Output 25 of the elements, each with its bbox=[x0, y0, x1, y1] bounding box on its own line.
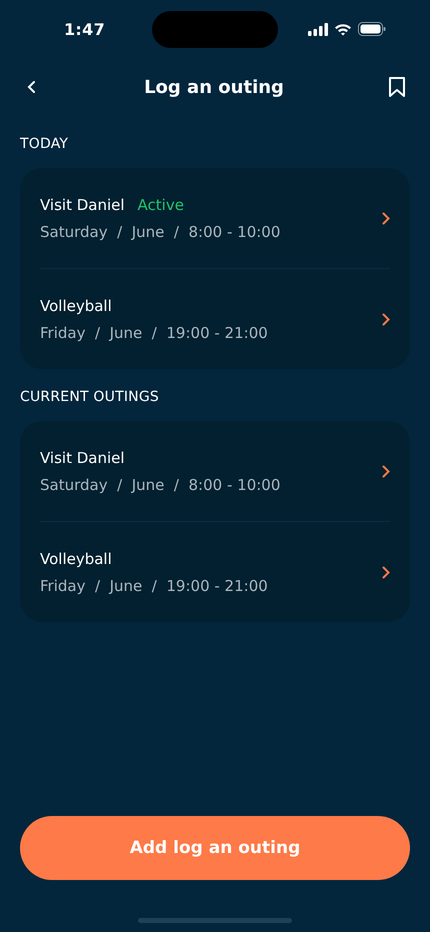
wifi-icon bbox=[334, 22, 352, 36]
page-title: Log an outing bbox=[144, 76, 284, 98]
status-label: Active bbox=[138, 196, 184, 214]
chevron-right-icon bbox=[382, 212, 390, 224]
outing-row[interactable]: Visit Daniel Saturday / June / 8:00 - 10:00 bbox=[40, 421, 390, 521]
chevron-right-icon bbox=[382, 312, 390, 326]
outing-name: Volleyball bbox=[40, 550, 112, 568]
status-time: 1:47 bbox=[64, 20, 105, 38]
outing-details: Saturday / June / 8:00 - 10:00 bbox=[40, 476, 280, 494]
section-title: TODAY bbox=[19, 135, 70, 154]
battery-icon bbox=[358, 22, 386, 36]
outing-details: Friday / June / 19:00 - 21:00 bbox=[40, 576, 268, 594]
outing-details: Friday / June / 19:00 - 21:00 bbox=[40, 324, 268, 342]
chevron-right-icon bbox=[382, 566, 390, 578]
outing-row[interactable]: Volleyball Friday / June / 19:00 - 21:00 bbox=[40, 521, 390, 622]
section-title: CURRENT OUTINGS bbox=[19, 388, 160, 407]
chevron-right-icon bbox=[382, 464, 390, 478]
bookmark-icon bbox=[388, 76, 406, 98]
outing-name: Visit Daniel bbox=[40, 448, 125, 466]
outing-row[interactable]: Visit Daniel Active Saturday / June / 8:00 - 10:00 bbox=[40, 168, 390, 268]
outing-details: Saturday / June / 8:00 - 10:00 bbox=[40, 222, 280, 240]
outing-row[interactable]: Volleyball Friday / June / 19:00 - 21:00 bbox=[40, 268, 390, 369]
signal-icon bbox=[308, 22, 328, 36]
outing-name: Volleyball bbox=[40, 296, 112, 314]
outing-name: Visit Daniel bbox=[40, 196, 125, 214]
